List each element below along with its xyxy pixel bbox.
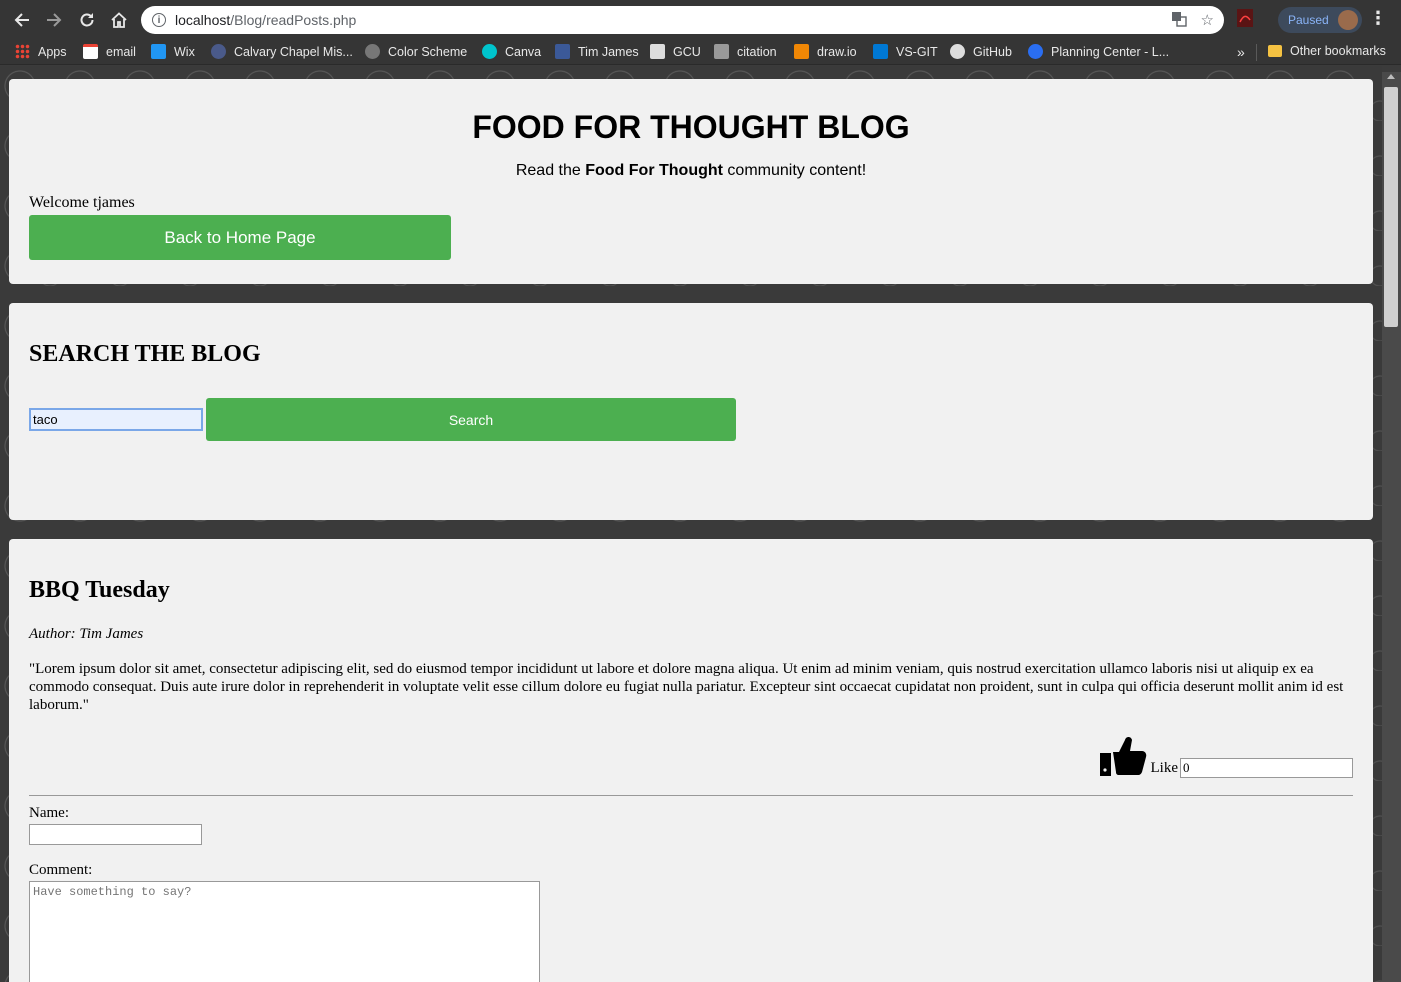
bookmark-github[interactable]: GitHub xyxy=(950,44,1012,59)
translate-icon[interactable] xyxy=(1171,11,1187,31)
bookmark-calvary[interactable]: Calvary Chapel Mis... xyxy=(211,44,353,59)
apps-grid-icon xyxy=(15,44,30,59)
blog-subtitle: Read the Food For Thought community cont… xyxy=(9,162,1373,180)
info-icon[interactable]: i xyxy=(152,13,166,27)
bookmark-label: Tim James xyxy=(578,44,639,59)
overflow-chevron-icon: » xyxy=(1237,44,1245,60)
bookmark-tim-james[interactable]: Tim James xyxy=(555,44,639,59)
like-label: Like xyxy=(1150,760,1179,776)
thumbs-up-icon[interactable] xyxy=(1099,732,1147,778)
like-count-field[interactable] xyxy=(1180,758,1353,778)
citation-icon xyxy=(714,44,729,59)
pdf-extension-icon[interactable] xyxy=(1236,8,1258,30)
address-bar[interactable]: i localhost/Blog/readPosts.php ☆ xyxy=(141,6,1224,34)
bookmark-label: Canva xyxy=(505,44,542,59)
home-icon[interactable] xyxy=(103,4,135,36)
bookmark-label: citation xyxy=(737,44,777,59)
bookmark-email[interactable]: email xyxy=(83,44,136,59)
welcome-text: Welcome tjames xyxy=(29,194,135,211)
reload-icon[interactable] xyxy=(71,4,103,36)
bookmark-label: GitHub xyxy=(973,44,1012,59)
drawio-icon xyxy=(794,44,809,59)
bookmark-drawio[interactable]: draw.io xyxy=(794,44,857,59)
bookmark-label: Calvary Chapel Mis... xyxy=(234,44,353,59)
avatar xyxy=(1338,10,1358,30)
planning-center-icon xyxy=(1028,44,1043,59)
name-field[interactable] xyxy=(29,824,202,845)
url-host: localhost xyxy=(175,12,231,28)
search-input[interactable] xyxy=(29,408,203,431)
bookmarks-bar: Apps email Wix Calvary Chapel Mis... Col… xyxy=(0,40,1401,65)
bookmark-apps[interactable]: Apps xyxy=(15,44,67,59)
post-divider xyxy=(29,795,1353,796)
bookmark-wix[interactable]: Wix xyxy=(151,44,195,59)
comment-field[interactable] xyxy=(29,881,540,982)
blog-title: FOOD FOR THOUGHT BLOG xyxy=(472,109,910,145)
bookmark-label: Apps xyxy=(38,44,67,59)
bookmark-other-bookmarks[interactable]: Other bookmarks xyxy=(1268,44,1386,58)
bookmark-label: VS-GIT xyxy=(896,44,938,59)
bookmark-label: draw.io xyxy=(817,44,857,59)
bookmark-label: Other bookmarks xyxy=(1290,44,1386,58)
post-author: Author: Tim James xyxy=(29,626,144,642)
search-card: SEARCH THE BLOG Search xyxy=(9,303,1373,520)
subtitle-pre: Read the xyxy=(515,162,586,179)
like-section: Like xyxy=(1099,732,1353,778)
post-title: BBQ Tuesday xyxy=(29,577,170,603)
bookmark-label: GCU xyxy=(673,44,701,59)
browser-menu-icon[interactable]: ⋮ xyxy=(1369,8,1387,29)
bookmark-label: Wix xyxy=(174,44,195,59)
scrollbar-thumb[interactable] xyxy=(1384,87,1398,327)
profile-status: Paused xyxy=(1288,13,1329,27)
back-icon[interactable] xyxy=(6,4,38,36)
bookmark-vs-git[interactable]: VS-GIT xyxy=(873,44,938,59)
profile-button[interactable]: Paused xyxy=(1278,7,1362,33)
bookmark-color-scheme[interactable]: Color Scheme xyxy=(365,44,467,59)
bookmark-star-icon[interactable]: ☆ xyxy=(1201,11,1214,31)
search-heading: SEARCH THE BLOG xyxy=(29,341,261,367)
comment-label: Comment: xyxy=(29,862,93,878)
bookmark-planning-center[interactable]: Planning Center - L... xyxy=(1028,44,1169,59)
bookmark-label: Color Scheme xyxy=(388,44,468,59)
url-path: /Blog/readPosts.php xyxy=(230,12,357,28)
header-card: FOOD FOR THOUGHT BLOG Read the Food For … xyxy=(9,79,1373,284)
bookmarks-overflow-button[interactable]: » xyxy=(1237,44,1245,60)
bookmark-label: email xyxy=(106,44,136,59)
bookmarks-divider xyxy=(1256,44,1257,61)
name-label: Name: xyxy=(29,805,69,821)
browser-toolbar: i localhost/Blog/readPosts.php ☆ Paused … xyxy=(0,0,1401,40)
calvary-icon xyxy=(211,44,226,59)
subtitle-post: community content! xyxy=(722,162,867,179)
github-icon xyxy=(950,44,965,59)
forward-icon[interactable] xyxy=(38,4,70,36)
bookmark-gcu[interactable]: GCU xyxy=(650,44,701,59)
facebook-icon xyxy=(555,44,570,59)
bookmark-citation[interactable]: citation xyxy=(714,44,777,59)
page-scrollbar[interactable] xyxy=(1382,72,1401,982)
search-button[interactable]: Search xyxy=(206,398,736,441)
subtitle-bold: Food For Thought xyxy=(585,162,723,179)
post-body: "Lorem ipsum dolor sit amet, consectetur… xyxy=(29,661,1344,713)
wix-icon xyxy=(151,44,166,59)
back-to-home-button[interactable]: Back to Home Page xyxy=(29,215,451,260)
color-scheme-icon xyxy=(365,44,380,59)
gcu-icon xyxy=(650,44,665,59)
gmail-icon xyxy=(83,44,98,59)
post-card: BBQ Tuesday Author: Tim James "Lorem ips… xyxy=(9,539,1373,982)
bookmark-canva[interactable]: Canva xyxy=(482,44,541,59)
canva-icon xyxy=(482,44,497,59)
bookmark-label: Planning Center - L... xyxy=(1051,44,1170,59)
vs-icon xyxy=(873,44,888,59)
scroll-up-arrow-icon[interactable] xyxy=(1387,74,1395,79)
page-background: FOOD FOR THOUGHT BLOG Read the Food For … xyxy=(0,66,1382,982)
folder-icon xyxy=(1268,45,1282,57)
